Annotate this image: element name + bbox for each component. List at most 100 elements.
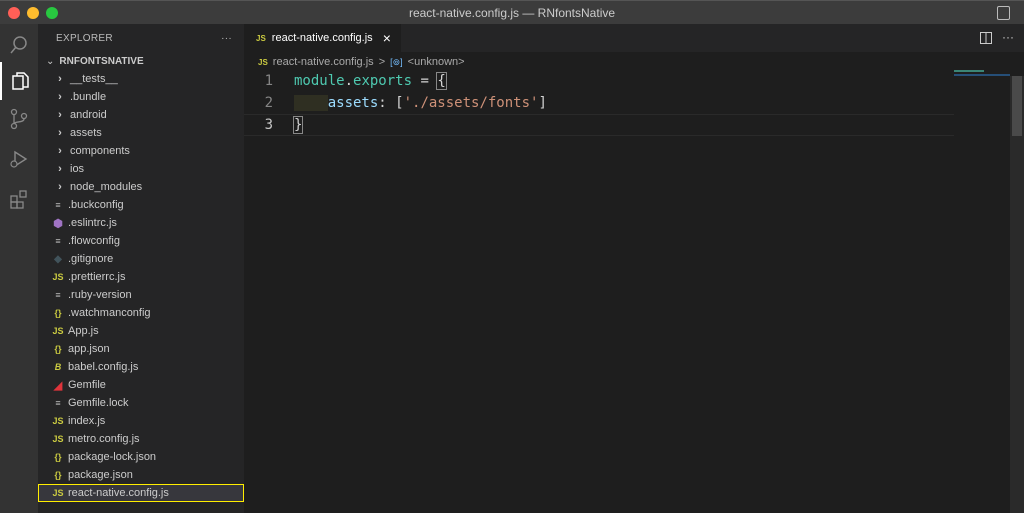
folder-item[interactable]: › android (38, 106, 244, 124)
file-item[interactable]: ◆ .gitignore (38, 250, 244, 268)
item-label: App.js (68, 325, 99, 337)
item-label: .bundle (70, 91, 107, 103)
project-root-folder[interactable]: ⌄ RNFONTSNATIVE (38, 52, 244, 70)
file-item[interactable]: JS index.js (38, 412, 244, 430)
window-controls (8, 7, 58, 19)
file-item[interactable]: JS App.js (38, 322, 244, 340)
code-text: assets: ['./assets/fonts'] (294, 95, 547, 111)
json-icon: {} (54, 344, 62, 354)
source-control-icon[interactable] (0, 100, 38, 138)
folder-item[interactable]: › assets (38, 124, 244, 142)
code-token: './assets/fonts' (403, 95, 539, 111)
file-item[interactable]: {} .watchmanconfig (38, 304, 244, 322)
js-icon: JS (52, 416, 64, 426)
text-file-icon: ≡ (55, 290, 61, 300)
breadcrumb-file[interactable]: react-native.config.js (273, 56, 374, 68)
file-item[interactable]: ◢ Gemfile (38, 376, 244, 394)
file-item[interactable]: JS react-native.config.js (38, 484, 244, 502)
chevron-right-icon: › (58, 145, 62, 157)
file-item[interactable]: {} package.json (38, 466, 244, 484)
code-line: 3} (244, 114, 954, 136)
tab-bar: JS react-native.config.js × ··· (244, 24, 1024, 52)
vertical-scrollbar[interactable] (1010, 76, 1024, 513)
line-number: 2 (264, 95, 273, 111)
close-tab-icon[interactable]: × (383, 30, 391, 46)
code-line: 2 assets: ['./assets/fonts'] (244, 92, 954, 114)
code-token: = (412, 73, 438, 89)
item-label: Gemfile (68, 379, 106, 391)
folder-item[interactable]: › .bundle (38, 88, 244, 106)
chevron-right-icon: › (58, 109, 62, 121)
item-label: .ruby-version (68, 289, 132, 301)
file-tree: › __tests__ › .bundle › android › assets › compon… (38, 70, 244, 502)
item-label: .flowconfig (68, 235, 120, 247)
text-file-icon: ≡ (55, 200, 61, 210)
item-label: .buckconfig (68, 199, 124, 211)
chevron-right-icon: › (58, 127, 62, 139)
chevron-right-icon: › (58, 91, 62, 103)
json-icon: {} (54, 308, 62, 318)
file-item[interactable]: ⬢ .eslintrc.js (38, 214, 244, 232)
item-label: .watchmanconfig (68, 307, 151, 319)
file-item[interactable]: {} app.json (38, 340, 244, 358)
code-text: } (292, 116, 304, 134)
folder-item[interactable]: › ios (38, 160, 244, 178)
item-label: react-native.config.js (68, 487, 169, 499)
item-label: .eslintrc.js (68, 217, 117, 229)
search-icon[interactable] (0, 26, 38, 64)
minimize-window-button[interactable] (27, 7, 39, 19)
line-number: 3 (264, 117, 273, 133)
file-item[interactable]: ≡ .ruby-version (38, 286, 244, 304)
line-number: 1 (264, 73, 273, 89)
file-item[interactable]: ≡ Gemfile.lock (38, 394, 244, 412)
title-bar: react-native.config.js — RNfontsNative (0, 0, 1024, 24)
layout-icon[interactable] (997, 6, 1010, 20)
item-label: assets (70, 127, 102, 139)
symbol-variable-icon: [⊚] (390, 56, 403, 67)
code-token: module (294, 73, 345, 89)
tab-react-native-config[interactable]: JS react-native.config.js × (244, 24, 401, 52)
item-label: .gitignore (68, 253, 114, 265)
more-actions-button[interactable]: ··· (221, 33, 232, 44)
file-item[interactable]: JS metro.config.js (38, 430, 244, 448)
breadcrumb-symbol[interactable]: <unknown> (408, 56, 465, 68)
item-label: node_modules (70, 181, 143, 193)
code-editor[interactable]: 1 module.exports = {2 assets: ['./assets/… (244, 70, 954, 136)
split-editor-icon[interactable] (980, 32, 992, 44)
minimap[interactable] (954, 70, 1010, 76)
item-label: package-lock.json (68, 451, 157, 463)
code-token: : [ (378, 95, 404, 111)
file-item[interactable]: ≡ .buckconfig (38, 196, 244, 214)
explorer-title: EXPLORER (56, 32, 113, 44)
breadcrumb: JS react-native.config.js > [⊚] <unknown… (244, 52, 1024, 72)
item-label: android (70, 109, 107, 121)
item-label: index.js (68, 415, 106, 427)
babel-icon: B (54, 362, 62, 372)
code-token (294, 95, 328, 111)
file-item[interactable]: Bbabel.config.js (38, 358, 244, 376)
item-label: components (70, 145, 130, 157)
folder-item[interactable]: › node_modules (38, 178, 244, 196)
json-icon: {} (54, 470, 62, 480)
item-label: babel.config.js (68, 361, 139, 373)
file-item[interactable]: {} package-lock.json (38, 448, 244, 466)
tab-label: react-native.config.js (271, 32, 373, 44)
code-token: . (344, 73, 354, 89)
explorer-icon[interactable] (0, 62, 38, 100)
extensions-icon[interactable] (0, 180, 38, 218)
js-icon: JS (258, 57, 268, 67)
more-editor-actions-button[interactable]: ··· (1002, 30, 1014, 44)
file-item[interactable]: ≡ .flowconfig (38, 232, 244, 250)
folder-item[interactable]: › components (38, 142, 244, 160)
chevron-right-icon: › (58, 181, 62, 193)
folder-item[interactable]: › __tests__ (38, 70, 244, 88)
maximize-window-button[interactable] (46, 7, 58, 19)
file-item[interactable]: JS .prettierrc.js (38, 268, 244, 286)
text-file-icon: ≡ (55, 236, 61, 246)
ruby-icon: ◢ (53, 379, 63, 392)
git-icon: ◆ (54, 253, 62, 265)
run-debug-icon[interactable] (0, 140, 38, 178)
item-label: Gemfile.lock (68, 397, 129, 409)
editor-area: JS react-native.config.js × ··· JS react… (244, 24, 1024, 513)
close-window-button[interactable] (8, 7, 20, 19)
